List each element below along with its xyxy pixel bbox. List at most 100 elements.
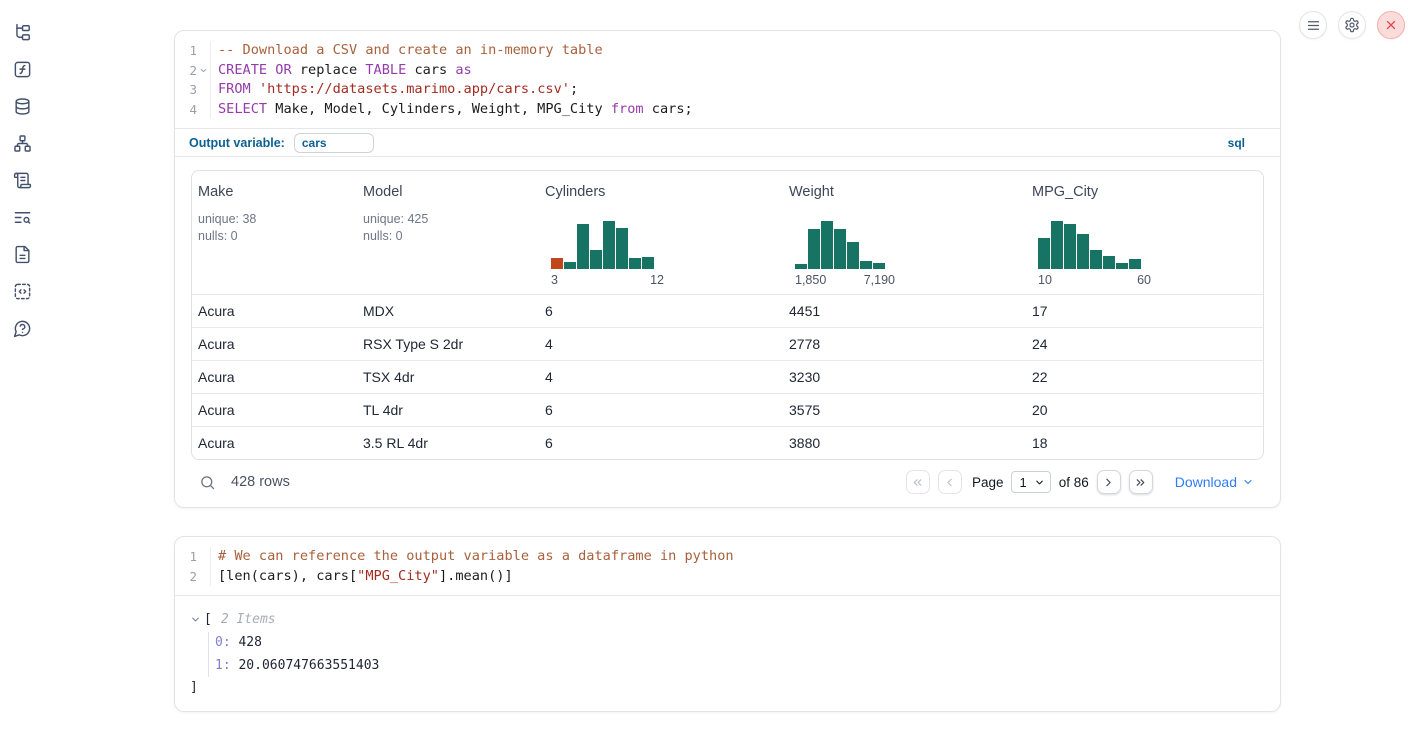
- logs-icon[interactable]: [13, 208, 32, 227]
- table-row: AcuraTSX 4dr4323022: [192, 360, 1263, 393]
- download-button[interactable]: Download: [1175, 474, 1254, 490]
- line-number: 4: [175, 100, 197, 120]
- variables-icon[interactable]: [13, 60, 32, 79]
- column-header-weight[interactable]: Weight 1,8507,190: [783, 183, 1026, 294]
- documentation-icon[interactable]: [13, 245, 32, 264]
- histogram-bar[interactable]: [590, 250, 602, 269]
- histogram-bar[interactable]: [860, 261, 872, 269]
- histogram-bar[interactable]: [795, 264, 807, 269]
- list-output: [ 2 Items 0: 428 1: 20.060747663551403 ]: [175, 596, 1280, 698]
- fold-chevron-icon[interactable]: [197, 61, 210, 81]
- column-name: Model: [363, 183, 535, 201]
- dependency-graph-icon[interactable]: [13, 134, 32, 153]
- table-cell: 4: [539, 336, 783, 352]
- previous-page-button[interactable]: [938, 470, 962, 494]
- histogram-bar[interactable]: [642, 257, 654, 269]
- python-code-editor[interactable]: 1 # We can reference the output variable …: [175, 537, 1280, 596]
- table-cell: Acura: [192, 369, 357, 385]
- histogram-bar[interactable]: [577, 224, 589, 269]
- histogram-bar[interactable]: [1103, 256, 1115, 269]
- table-cell: 6: [539, 402, 783, 418]
- table-cell: Acura: [192, 303, 357, 319]
- table-cell: 3880: [783, 435, 1026, 451]
- help-icon[interactable]: [13, 319, 32, 338]
- code-line[interactable]: 1 # We can reference the output variable …: [175, 547, 1280, 567]
- next-page-button[interactable]: [1097, 470, 1121, 494]
- code-line[interactable]: 4SELECT Make, Model, Cylinders, Weight, …: [175, 100, 1280, 120]
- histogram-bar[interactable]: [603, 221, 615, 269]
- histogram-bar[interactable]: [1077, 234, 1089, 269]
- histogram-bar[interactable]: [564, 262, 576, 269]
- snippets-icon[interactable]: [13, 282, 32, 301]
- table-cell: MDX: [357, 303, 539, 319]
- histogram-axis-labels: 312: [551, 273, 664, 287]
- histogram-bar[interactable]: [834, 229, 846, 269]
- list-item-key: 1:: [215, 658, 238, 673]
- table-cell: 3575: [783, 402, 1026, 418]
- column-header-make[interactable]: Makeunique: 38nulls: 0: [192, 183, 357, 294]
- data-sources-icon[interactable]: [13, 97, 32, 116]
- page-total-label: of 86: [1059, 475, 1089, 490]
- line-number: 1: [175, 547, 197, 567]
- histogram-bar[interactable]: [1090, 250, 1102, 269]
- column-histogram: 1,8507,190: [795, 221, 1022, 287]
- settings-button[interactable]: [1338, 11, 1366, 39]
- chevron-down-icon: [1034, 477, 1045, 488]
- code-line[interactable]: 2CREATE OR replace TABLE cars as: [175, 61, 1280, 81]
- histogram-bar[interactable]: [616, 228, 628, 269]
- histogram-bar[interactable]: [847, 242, 859, 269]
- collapse-chevron-icon[interactable]: [190, 614, 201, 625]
- histogram-bar[interactable]: [808, 229, 820, 269]
- histogram-bar[interactable]: [1116, 263, 1128, 269]
- column-header-cylinders[interactable]: Cylinders312: [539, 183, 783, 294]
- code-text: # We can reference the output variable a…: [210, 547, 734, 567]
- histogram-bar[interactable]: [1051, 221, 1063, 269]
- column-name: Weight: [789, 183, 1022, 201]
- table-cell: TSX 4dr: [357, 369, 539, 385]
- items-count-label: 2 Items: [221, 609, 276, 630]
- notebook-actions: [1299, 11, 1405, 39]
- scratchpad-icon[interactable]: [13, 171, 32, 190]
- sql-code-editor[interactable]: 1-- Download a CSV and create an in-memo…: [175, 31, 1280, 128]
- column-histogram: 1060: [1038, 221, 1259, 287]
- chevron-down-icon: [1242, 476, 1254, 488]
- histogram-bar[interactable]: [1129, 259, 1141, 269]
- file-explorer-icon[interactable]: [13, 23, 32, 42]
- sql-cell-output: Makeunique: 38nulls: 0Modelunique: 425nu…: [175, 157, 1280, 504]
- menu-button[interactable]: [1299, 11, 1327, 39]
- gutter-spacer: [197, 80, 210, 100]
- histogram-bar[interactable]: [821, 221, 833, 269]
- code-line[interactable]: 2[len(cars), cars["MPG_City"].mean()]: [175, 567, 1280, 587]
- histogram-bar[interactable]: [1038, 238, 1050, 269]
- table-cell: Acura: [192, 435, 357, 451]
- histogram-bar[interactable]: [1064, 224, 1076, 269]
- column-header-mpg_city[interactable]: MPG_City1060: [1026, 183, 1263, 294]
- table-cell: RSX Type S 2dr: [357, 336, 539, 352]
- output-variable-input[interactable]: [294, 133, 374, 153]
- chevrons-right-icon: [1134, 476, 1147, 489]
- table-cell: 3.5 RL 4dr: [357, 435, 539, 451]
- last-page-button[interactable]: [1129, 470, 1153, 494]
- sql-cell: 1-- Download a CSV and create an in-memo…: [174, 30, 1281, 508]
- table-cell: 2778: [783, 336, 1026, 352]
- page-select[interactable]: 1: [1011, 471, 1050, 493]
- histogram-bar[interactable]: [551, 258, 563, 269]
- close-icon: [1384, 18, 1398, 32]
- python-cell: 1 # We can reference the output variable …: [174, 536, 1281, 712]
- search-icon[interactable]: [199, 474, 216, 491]
- table-cell: 24: [1026, 336, 1263, 352]
- line-number: 2: [175, 61, 197, 81]
- shutdown-button[interactable]: [1377, 11, 1405, 39]
- chevron-right-icon: [1102, 476, 1115, 489]
- list-item-value: 428: [238, 635, 261, 650]
- histogram-bar[interactable]: [629, 258, 641, 269]
- line-number: 3: [175, 80, 197, 100]
- column-header-model[interactable]: Modelunique: 425nulls: 0: [357, 183, 539, 294]
- code-line[interactable]: 1-- Download a CSV and create an in-memo…: [175, 41, 1280, 61]
- output-variable-label: Output variable:: [189, 136, 285, 150]
- line-number: 2: [175, 567, 197, 587]
- table-cell: TL 4dr: [357, 402, 539, 418]
- histogram-bar[interactable]: [873, 263, 885, 269]
- first-page-button[interactable]: [906, 470, 930, 494]
- code-line[interactable]: 3FROM 'https://datasets.marimo.app/cars.…: [175, 80, 1280, 100]
